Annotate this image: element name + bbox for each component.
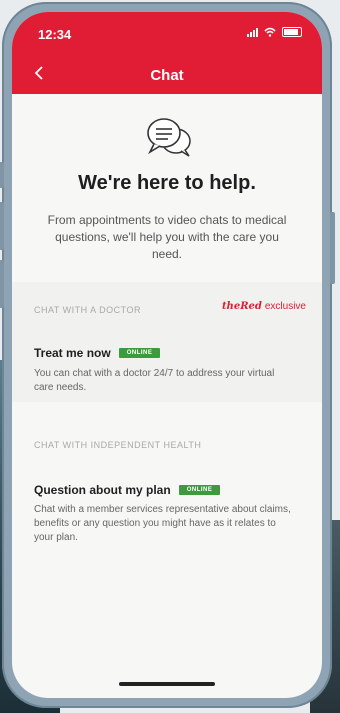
option-title: Treat me now	[34, 346, 111, 360]
brand-logo: theRed	[221, 301, 262, 312]
chat-bubbles-icon	[147, 118, 191, 157]
power-button	[330, 212, 335, 284]
signal-icon	[247, 27, 258, 37]
volume-up-button	[0, 202, 4, 250]
option-description: You can chat with a doctor 24/7 to addre…	[34, 368, 275, 393]
status-time: 12:34	[38, 27, 72, 42]
page-title: Chat	[150, 67, 184, 84]
exclusive-badge: theRed exclusive	[222, 301, 306, 312]
online-badge: ONLINE	[118, 348, 161, 358]
mute-switch	[0, 162, 4, 188]
app-screen: 12:34 Chat We're here to help. From appo…	[12, 12, 322, 698]
online-badge: ONLINE	[178, 485, 221, 495]
app-header: 12:34 Chat	[12, 12, 322, 94]
battery-icon	[282, 27, 302, 37]
option-description: Chat with a member services representati…	[34, 504, 291, 543]
section-label-doctor: CHAT WITH A DOCTOR	[34, 305, 142, 315]
main-heading: We're here to help.	[78, 172, 256, 194]
phone-frame: 12:34 Chat We're here to help. From appo…	[0, 2, 335, 708]
status-icons	[247, 27, 302, 37]
section-label-independent-health: CHAT WITH INDEPENDENT HEALTH	[34, 440, 202, 450]
intro-text: From appointments to video chats to medi…	[47, 213, 287, 261]
question-about-plan-option[interactable]: Question about my plan ONLINE	[34, 483, 221, 497]
home-indicator[interactable]	[119, 682, 215, 686]
treat-me-now-option[interactable]: Treat me now ONLINE	[34, 346, 161, 360]
wifi-icon	[264, 27, 276, 37]
option-title: Question about my plan	[34, 483, 171, 497]
volume-down-button	[0, 260, 4, 308]
exclusive-label: exclusive	[264, 301, 306, 312]
